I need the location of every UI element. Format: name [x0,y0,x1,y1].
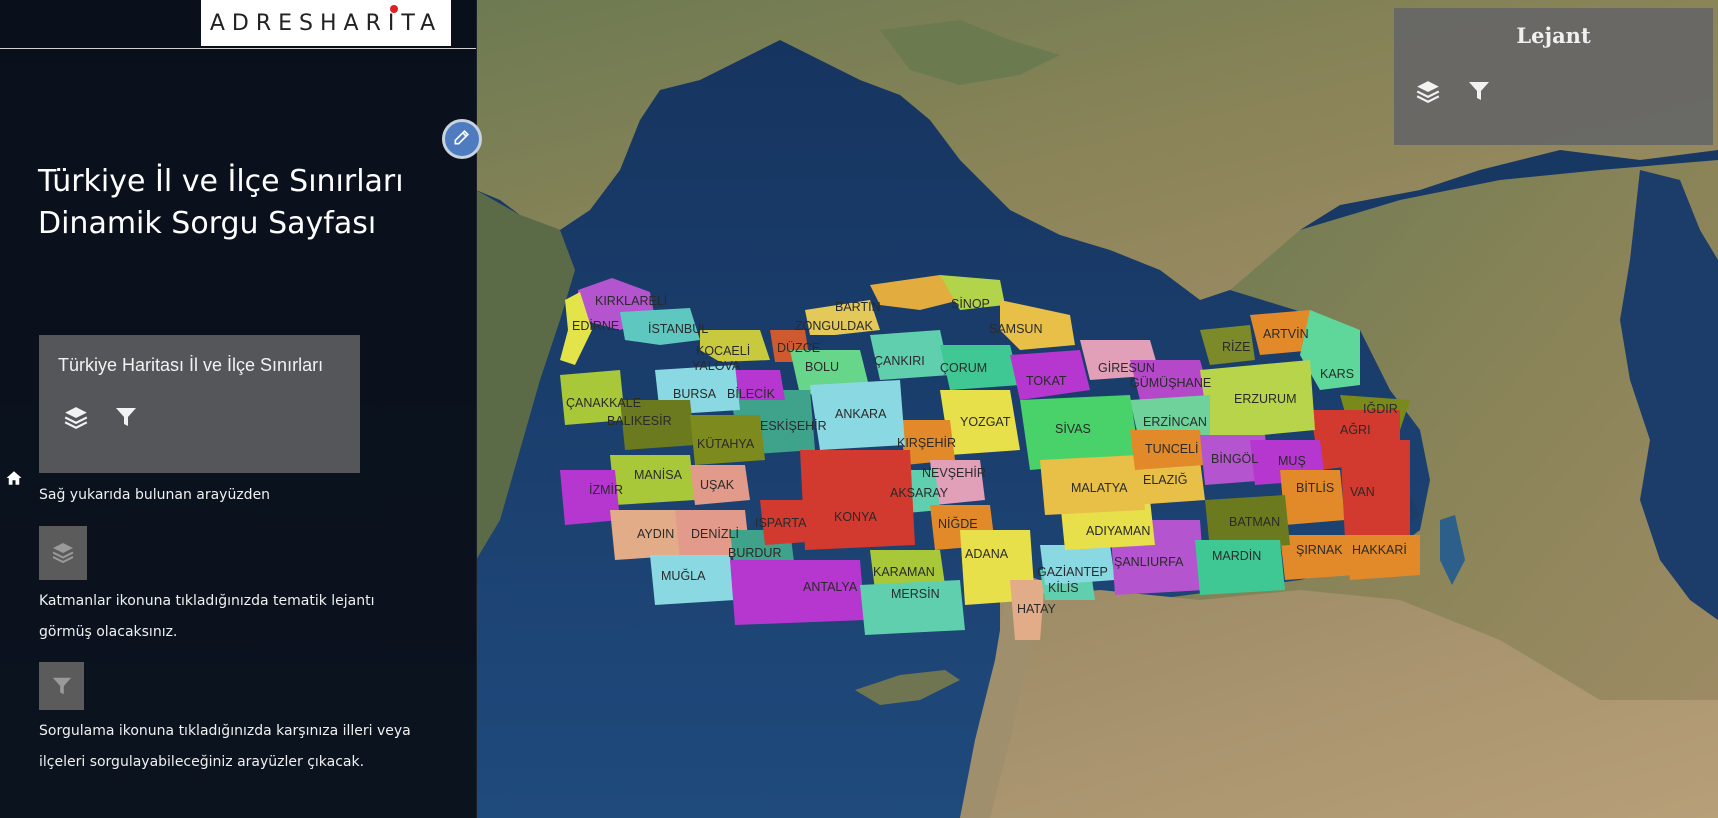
label-adiyaman: ADIYAMAN [1086,524,1150,538]
sidebar-panel: ADRESHARITA Türkiye İl ve İlçe Sınırları… [0,0,477,818]
instruction-text-1: Sağ yukarıda bulunan arayüzden [39,487,271,503]
layers-icon-sample [39,526,87,580]
label-gaziantep: GAZİANTEP [1037,565,1108,579]
label-malatya: MALATYA [1071,481,1128,495]
label-erzincan: ERZİNCAN [1143,415,1207,429]
label-nevsehir: NEVŞEHİR [922,466,986,480]
label-kars: KARS [1320,367,1354,381]
label-balikesir: BALIKESİR [607,414,672,428]
label-corum: ÇORUM [940,361,987,375]
legend-title: Lejant [1516,23,1591,48]
label-ankara: ANKARA [835,407,887,421]
label-aksaray: AKSARAY [890,486,949,500]
label-duzce: DÜZCE [777,341,820,355]
province-sirnak[interactable] [1280,535,1355,580]
label-kutahya: KÜTAHYA [697,437,755,451]
home-icon[interactable] [5,469,23,491]
label-eskisehir: ESKİŞEHİR [760,419,827,433]
label-hatay: HATAY [1017,602,1057,616]
logo-text: ADRESHARITA [209,10,443,36]
label-istanbul: İSTANBUL [648,322,708,336]
label-hakkari: HAKKARİ [1352,543,1407,557]
label-adana: ADANA [965,547,1009,561]
label-bolu: BOLU [805,360,839,374]
label-bilecik: BİLECİK [727,387,776,401]
label-mugla: MUĞLA [661,568,706,583]
label-canakkale: ÇANAKKALE [566,396,641,410]
label-mersin: MERSİN [891,587,940,601]
label-manisa: MANİSA [634,468,683,482]
instruction-text-3: Sorgulama ikonuna tıkladığınızda karşını… [39,723,411,770]
label-kocaeli: KOCAELİ [696,344,750,358]
edit-button[interactable] [442,119,482,159]
logo[interactable]: ADRESHARITA [201,0,451,46]
label-bartin: BARTIN [835,300,881,314]
label-mardin: MARDİN [1212,549,1261,563]
label-elazig: ELAZIĞ [1143,472,1187,487]
label-bursa: BURSA [673,387,717,401]
label-tunceli: TUNCELİ [1145,442,1198,456]
label-aydin: AYDIN [637,527,674,541]
label-zonguldak: ZONGULDAK [795,319,873,333]
label-kirsehir: KIRŞEHİR [897,436,956,450]
label-yalova: YALOVA [692,359,741,373]
label-igdir: IĞDIR [1363,401,1398,416]
label-isparta: ISPARTA [755,516,807,530]
legend-panel: Lejant [1394,8,1713,145]
label-yozgat: YOZGAT [960,415,1011,429]
label-samsun: SAMSUN [989,322,1042,336]
label-bingol: BİNGÖL [1211,452,1258,466]
province-konya[interactable] [800,450,915,550]
instruction-text-2: Katmanlar ikonuna tıkladığınızda tematik… [39,593,375,640]
label-denizli: DENİZLİ [691,527,739,541]
label-usak: UŞAK [700,478,735,492]
label-gumushane: GÜMÜŞHANE [1130,376,1211,390]
filter-icon[interactable] [1467,78,1491,108]
label-sirnak: ŞIRNAK [1296,543,1343,557]
province-bitlis[interactable] [1280,470,1345,525]
label-rize: RİZE [1222,340,1250,354]
layers-icon[interactable] [63,405,89,435]
filter-icon-sample [39,662,84,710]
label-van: VAN [1350,485,1375,499]
layer-card-title: Türkiye Haritası İl ve İlçe Sınırları [58,355,324,375]
label-mus: MUŞ [1278,454,1306,468]
label-antalya: ANTALYA [803,580,858,594]
page-title: Türkiye İl ve İlçe Sınırları Dinamik Sor… [38,164,404,241]
label-nigde: NİĞDE [938,516,978,531]
label-karaman: KARAMAN [873,565,935,579]
label-kilis: KİLİS [1048,581,1079,595]
label-erzurum: ERZURUM [1234,392,1297,406]
label-sivas: SİVAS [1055,422,1091,436]
label-giresun: GİRESUN [1098,361,1155,375]
label-izmir: İZMİR [589,483,623,497]
label-batman: BATMAN [1229,515,1280,529]
header-divider [0,48,476,49]
label-agri: AĞRI [1340,422,1371,437]
pencil-icon [452,127,472,151]
logo-dot-icon [390,5,398,13]
label-kirklareli: KIRKLARELİ [595,294,667,308]
label-bitlis: BİTLİS [1296,481,1334,495]
filter-icon[interactable] [114,404,138,434]
label-burdur: BURDUR [728,546,781,560]
label-tokat: TOKAT [1026,374,1067,388]
layer-card: Türkiye Haritası İl ve İlçe Sınırları [39,335,360,473]
layers-icon[interactable] [1415,79,1441,109]
label-artvin: ARTVİN [1263,327,1309,341]
label-konya: KONYA [834,510,877,524]
label-sinop: SİNOP [951,297,990,311]
label-edirne: EDİRNE [572,319,619,333]
province-hakkari[interactable] [1345,535,1420,580]
label-cankiri: ÇANKIRI [874,354,925,368]
label-sanliurfa: ŞANLIURFA [1114,555,1184,569]
